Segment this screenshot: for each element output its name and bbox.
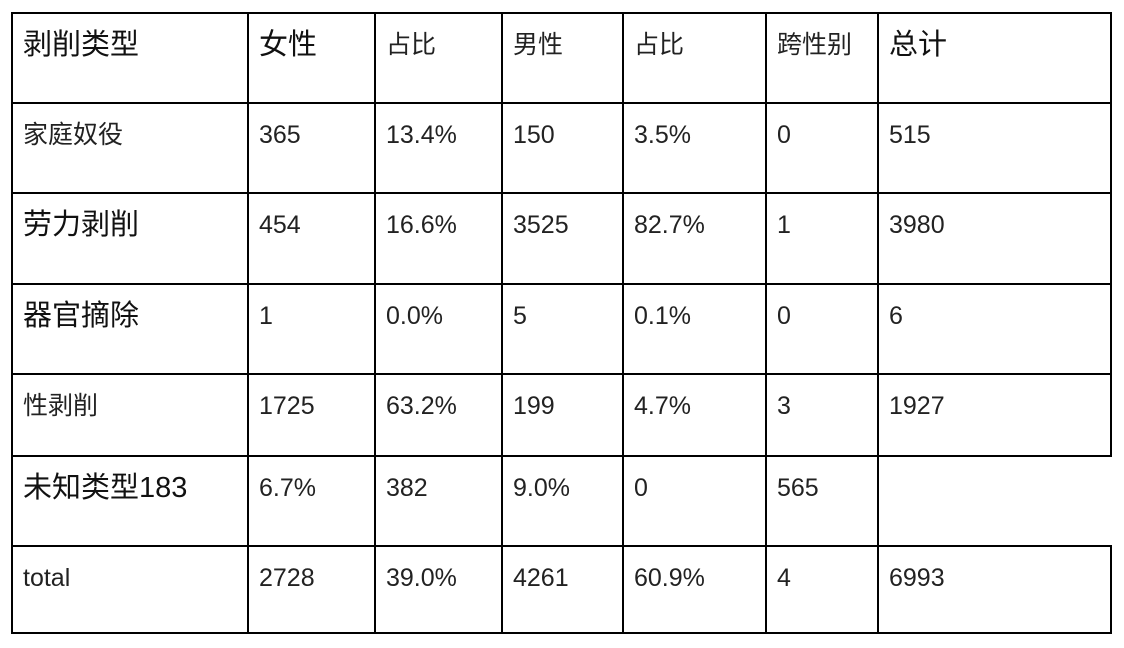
table-cell: 3980 [877,192,1112,285]
table-cell: 515 [877,102,1112,194]
table-cell: 1 [765,192,879,285]
data-table: 剥削类型 女性 占比 男性 占比 跨性别 总计 家庭奴役 365 13.4% 150 3.5% 0 515… [0,0,1124,648]
table-cell: 0 [765,283,879,375]
table-cell: 6993 [877,545,1112,634]
table-cell: 家庭奴役 [11,102,249,194]
table-cell: 16.6% [374,192,503,285]
table-cell: 6 [877,283,1112,375]
header-cell: 剥削类型 [11,12,249,104]
table-cell: 60.9% [622,545,767,634]
table-cell: 454 [247,192,376,285]
table-cell: 63.2% [374,373,503,457]
header-cell: 总计 [877,12,1112,104]
table-cell [877,455,1112,547]
table-cell: 1 [247,283,376,375]
table-cell: 4 [765,545,879,634]
table-cell: 1725 [247,373,376,457]
table-cell: 39.0% [374,545,503,634]
table-cell: 2728 [247,545,376,634]
header-cell: 占比 [374,12,503,104]
header-cell: 跨性别 [765,12,879,104]
table-cell: 13.4% [374,102,503,194]
table-cell: 382 [374,455,503,547]
table-cell: 5 [501,283,624,375]
table-cell: 9.0% [501,455,624,547]
header-cell: 女性 [247,12,376,104]
header-cell: 男性 [501,12,624,104]
table-cell: 82.7% [622,192,767,285]
table-cell: 150 [501,102,624,194]
table-cell: 0.0% [374,283,503,375]
table-cell: 199 [501,373,624,457]
table-cell: 1927 [877,373,1112,457]
table-cell: 4261 [501,545,624,634]
table-cell: 565 [765,455,879,547]
table-cell: 器官摘除 [11,283,249,375]
table-cell: 性剥削 [11,373,249,457]
table-cell: 4.7% [622,373,767,457]
table-cell: total [11,545,249,634]
table-cell: 365 [247,102,376,194]
table-cell: 劳力剥削 [11,192,249,285]
table-cell: 0 [622,455,767,547]
table-cell: 3 [765,373,879,457]
table-cell: 0.1% [622,283,767,375]
table-cell: 3.5% [622,102,767,194]
table-cell: 0 [765,102,879,194]
header-cell: 占比 [622,12,767,104]
table-cell: 3525 [501,192,624,285]
table-cell: 6.7% [247,455,376,547]
table-cell: 未知类型183 [11,455,249,547]
